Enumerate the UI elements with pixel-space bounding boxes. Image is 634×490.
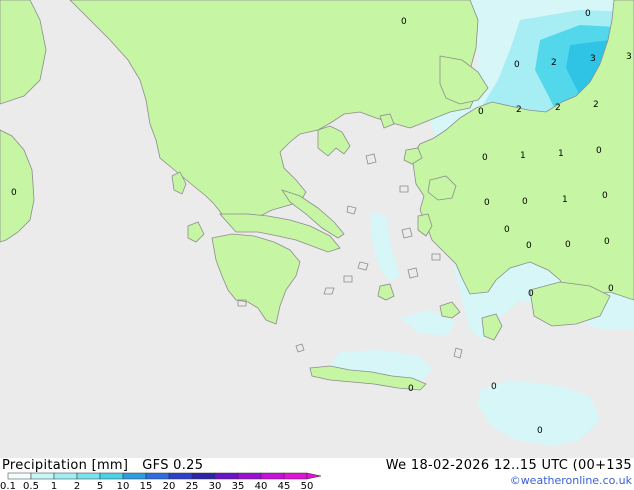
legend-tick-labels: 0.1 0.5 1 2 5 10 15 20 25 30 35 40 45 50	[0, 481, 313, 490]
precip-value-label: 0	[596, 146, 602, 156]
precip-value-label: 0	[604, 237, 610, 247]
precip-value-label: 0	[585, 9, 591, 19]
legend-tick-label: 20	[163, 481, 176, 490]
copyright-credit[interactable]: ©weatheronline.co.uk	[510, 474, 632, 487]
legend-tick-label: 1	[51, 481, 57, 490]
legend-color-box	[191, 472, 216, 480]
legend-color-box	[7, 472, 32, 480]
precip-value-label: 0	[491, 382, 497, 392]
legend-tick-label: 45	[278, 481, 291, 490]
legend-arrow-tip	[306, 472, 322, 480]
legend-color-box	[122, 472, 147, 480]
precip-value-label: 0	[484, 198, 490, 208]
legend-color-box	[30, 472, 55, 480]
legend-color-box	[99, 472, 124, 480]
precip-value-label: 3	[590, 54, 596, 64]
precipitation-map: 0 0 2 3 3 0 2 2 2 0 1 1 0 0 0 1 0 0 0 0 …	[0, 0, 634, 458]
precip-value-label: 3	[626, 52, 632, 62]
legend-tick-label: 35	[232, 481, 245, 490]
precip-value-label: 0	[408, 384, 414, 394]
precip-value-label: 1	[558, 149, 564, 159]
precip-value-label: 2	[593, 100, 599, 110]
model-label: GFS 0.25	[142, 458, 204, 473]
legend-tick-label: 10	[117, 481, 130, 490]
legend-tick-label: 30	[209, 481, 222, 490]
precip-value-label: 2	[555, 103, 561, 113]
color-legend: 0.1 0.5 1 2 5 10 15 20 25 30 35 40 45 50	[0, 472, 322, 490]
legend-color-box	[260, 472, 285, 480]
map-title: Precipitation [mm] GFS 0.25	[2, 458, 203, 473]
precip-value-label: 0	[537, 426, 543, 436]
legend-tick-label: 40	[255, 481, 268, 490]
legend-tick-label: 25	[186, 481, 199, 490]
legend-tick-label: 5	[97, 481, 103, 490]
legend-tick-label: 0.1	[0, 481, 16, 490]
legend-color-box	[214, 472, 239, 480]
legend-tick-label: 50	[301, 481, 314, 490]
legend-color-boxes	[7, 472, 322, 480]
precip-value-label: 2	[516, 105, 522, 115]
precip-value-label: 0	[602, 191, 608, 201]
precip-value-label: 0	[522, 197, 528, 207]
legend-color-box	[76, 472, 101, 480]
legend-color-box	[53, 472, 78, 480]
precip-value-label: 0	[482, 153, 488, 163]
precip-value-label: 0	[526, 241, 532, 251]
legend-color-box	[237, 472, 262, 480]
precip-value-label: 2	[551, 58, 557, 68]
precip-value-label: 0	[478, 107, 484, 117]
legend-tick-label: 0.5	[23, 481, 39, 490]
precip-value-label: 0	[608, 284, 614, 294]
precip-value-label: 0	[11, 188, 17, 198]
legend-color-box	[168, 472, 193, 480]
precip-value-label: 0	[504, 225, 510, 235]
legend-color-box	[283, 472, 308, 480]
parameter-label: Precipitation [mm]	[2, 458, 129, 473]
valid-time: We 18-02-2026 12..15 UTC (00+135	[385, 458, 632, 473]
precip-value-label: 0	[514, 60, 520, 70]
legend-tick-label: 15	[140, 481, 153, 490]
precip-value-label: 0	[528, 289, 534, 299]
legend-tick-label: 2	[74, 481, 80, 490]
precip-value-label: 0	[565, 240, 571, 250]
legend-color-box	[145, 472, 170, 480]
precip-value-label: 1	[562, 195, 568, 205]
precip-value-label: 1	[520, 151, 526, 161]
precip-value-label: 0	[401, 17, 407, 27]
